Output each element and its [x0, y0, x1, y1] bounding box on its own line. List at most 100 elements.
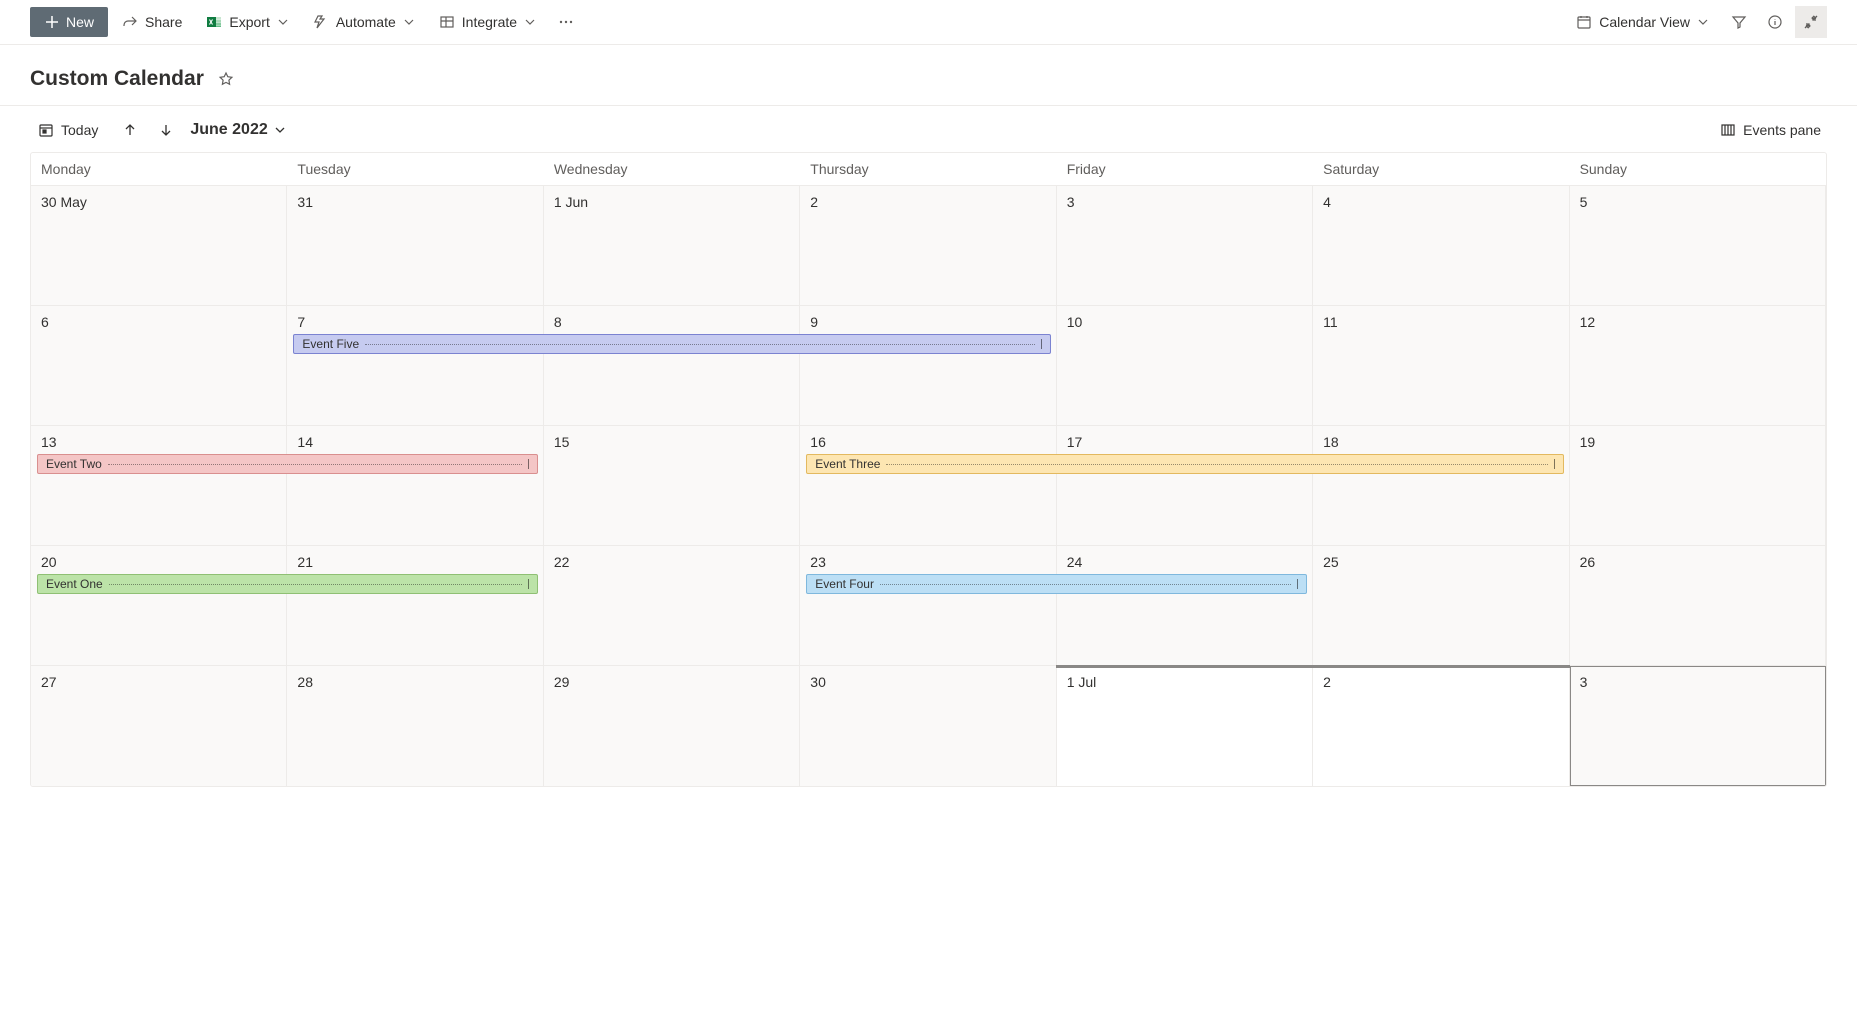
day-cell[interactable]: 6 [31, 306, 287, 425]
arrow-up-icon [122, 122, 138, 138]
favorite-button[interactable] [214, 67, 238, 91]
day-number: 10 [1067, 314, 1302, 330]
export-label: Export [229, 14, 269, 30]
day-cell[interactable]: 2 [1313, 666, 1569, 786]
day-cell[interactable]: 14 [287, 426, 543, 545]
day-number: 28 [297, 674, 532, 690]
day-cell[interactable]: 22 [544, 546, 800, 665]
event-bar[interactable]: Event Three [806, 454, 1563, 474]
event-bar[interactable]: Event Five [293, 334, 1050, 354]
today-button[interactable]: Today [30, 118, 106, 142]
integrate-icon [439, 14, 455, 30]
day-cell[interactable]: 1 Jun [544, 186, 800, 305]
day-cell[interactable]: 28 [287, 666, 543, 786]
day-cell[interactable]: 12 [1570, 306, 1826, 425]
star-icon [218, 71, 234, 87]
info-button[interactable] [1759, 6, 1791, 38]
day-number: 2 [810, 194, 1045, 210]
week-row: 30 May 31 1 Jun 2345 [31, 186, 1826, 306]
day-number: 21 [297, 554, 532, 570]
day-cell[interactable]: 30 [800, 666, 1056, 786]
chevron-down-icon [524, 16, 536, 28]
today-label: Today [61, 122, 98, 138]
day-cell[interactable]: 27 [31, 666, 287, 786]
day-cell[interactable]: 19 [1570, 426, 1826, 545]
event-bar[interactable]: Event Four [806, 574, 1307, 594]
day-number: 1 Jul [1067, 674, 1302, 690]
events-pane-button[interactable]: Events pane [1714, 118, 1827, 142]
day-cell[interactable]: 15 [544, 426, 800, 545]
prev-month-button[interactable] [118, 118, 142, 142]
day-cell[interactable]: 10 [1057, 306, 1313, 425]
week-row: 20 21 22 23 24 25 26 Event One Event Four [31, 546, 1826, 666]
day-cell[interactable]: 8 [544, 306, 800, 425]
event-label: Event Two [46, 457, 102, 471]
day-number: 25 [1323, 554, 1558, 570]
day-cell[interactable]: 29 [544, 666, 800, 786]
day-cell[interactable]: 13 [31, 426, 287, 545]
day-cell[interactable]: 18 [1313, 426, 1569, 545]
day-cell[interactable]: 11 [1313, 306, 1569, 425]
month-picker[interactable]: June 2022 [190, 121, 285, 139]
event-label: Event Four [815, 577, 874, 591]
day-number: 31 [297, 194, 532, 210]
day-number: 24 [1067, 554, 1302, 570]
chevron-down-icon [277, 16, 289, 28]
day-cell[interactable]: 30 May [31, 186, 287, 305]
event-dotline [365, 344, 1035, 345]
chevron-down-icon [1697, 16, 1709, 28]
share-label: Share [145, 14, 182, 30]
day-cell[interactable]: 9 [800, 306, 1056, 425]
day-cell[interactable]: 16 [800, 426, 1056, 545]
dow-cell: Thursday [800, 153, 1056, 185]
day-cell[interactable]: 25 [1313, 546, 1569, 665]
day-number: 30 May [41, 194, 276, 210]
event-endcap [1554, 459, 1555, 469]
new-button[interactable]: New [30, 7, 108, 37]
day-cell[interactable]: 3 [1570, 666, 1826, 786]
next-month-button[interactable] [154, 118, 178, 142]
day-cell[interactable]: 31 [287, 186, 543, 305]
calendar-controls: Today June 2022 Events pane [0, 106, 1857, 152]
event-dotline [880, 584, 1291, 585]
day-cell[interactable]: 7 [287, 306, 543, 425]
filter-button[interactable] [1723, 6, 1755, 38]
day-cell[interactable]: 3 [1057, 186, 1313, 305]
day-cell[interactable]: 26 [1570, 546, 1826, 665]
day-cell[interactable]: 4 [1313, 186, 1569, 305]
collapse-button[interactable] [1795, 6, 1827, 38]
export-button[interactable]: Export [196, 7, 298, 37]
event-label: Event Three [815, 457, 880, 471]
event-bar[interactable]: Event One [37, 574, 538, 594]
view-switcher[interactable]: Calendar View [1566, 7, 1719, 37]
arrow-down-icon [158, 122, 174, 138]
week-row: 1314151617 18 19 Event Two Event Three [31, 426, 1826, 546]
more-actions-button[interactable] [550, 6, 582, 38]
day-number: 3 [1580, 674, 1815, 690]
event-label: Event Five [302, 337, 359, 351]
command-bar: New Share Export Automate [0, 0, 1857, 45]
event-bar[interactable]: Event Two [37, 454, 538, 474]
dow-cell: Wednesday [544, 153, 800, 185]
day-number: 8 [554, 314, 789, 330]
day-number: 23 [810, 554, 1045, 570]
dow-cell: Saturday [1313, 153, 1569, 185]
day-number: 18 [1323, 434, 1558, 450]
day-cell[interactable]: 20 [31, 546, 287, 665]
day-cell[interactable]: 5 [1570, 186, 1826, 305]
event-label: Event One [46, 577, 103, 591]
filter-icon [1731, 14, 1747, 30]
day-cell[interactable]: 23 [800, 546, 1056, 665]
event-endcap [1297, 579, 1298, 589]
day-cell[interactable]: 2 [800, 186, 1056, 305]
automate-button[interactable]: Automate [303, 7, 425, 37]
integrate-button[interactable]: Integrate [429, 7, 546, 37]
day-cell[interactable]: 21 [287, 546, 543, 665]
event-endcap [528, 579, 529, 589]
share-button[interactable]: Share [112, 7, 192, 37]
event-endcap [1041, 339, 1042, 349]
day-cell[interactable]: 1 Jul [1057, 666, 1313, 786]
new-button-label: New [66, 14, 94, 30]
day-cell[interactable]: 17 [1057, 426, 1313, 545]
day-cell[interactable]: 24 [1057, 546, 1313, 665]
